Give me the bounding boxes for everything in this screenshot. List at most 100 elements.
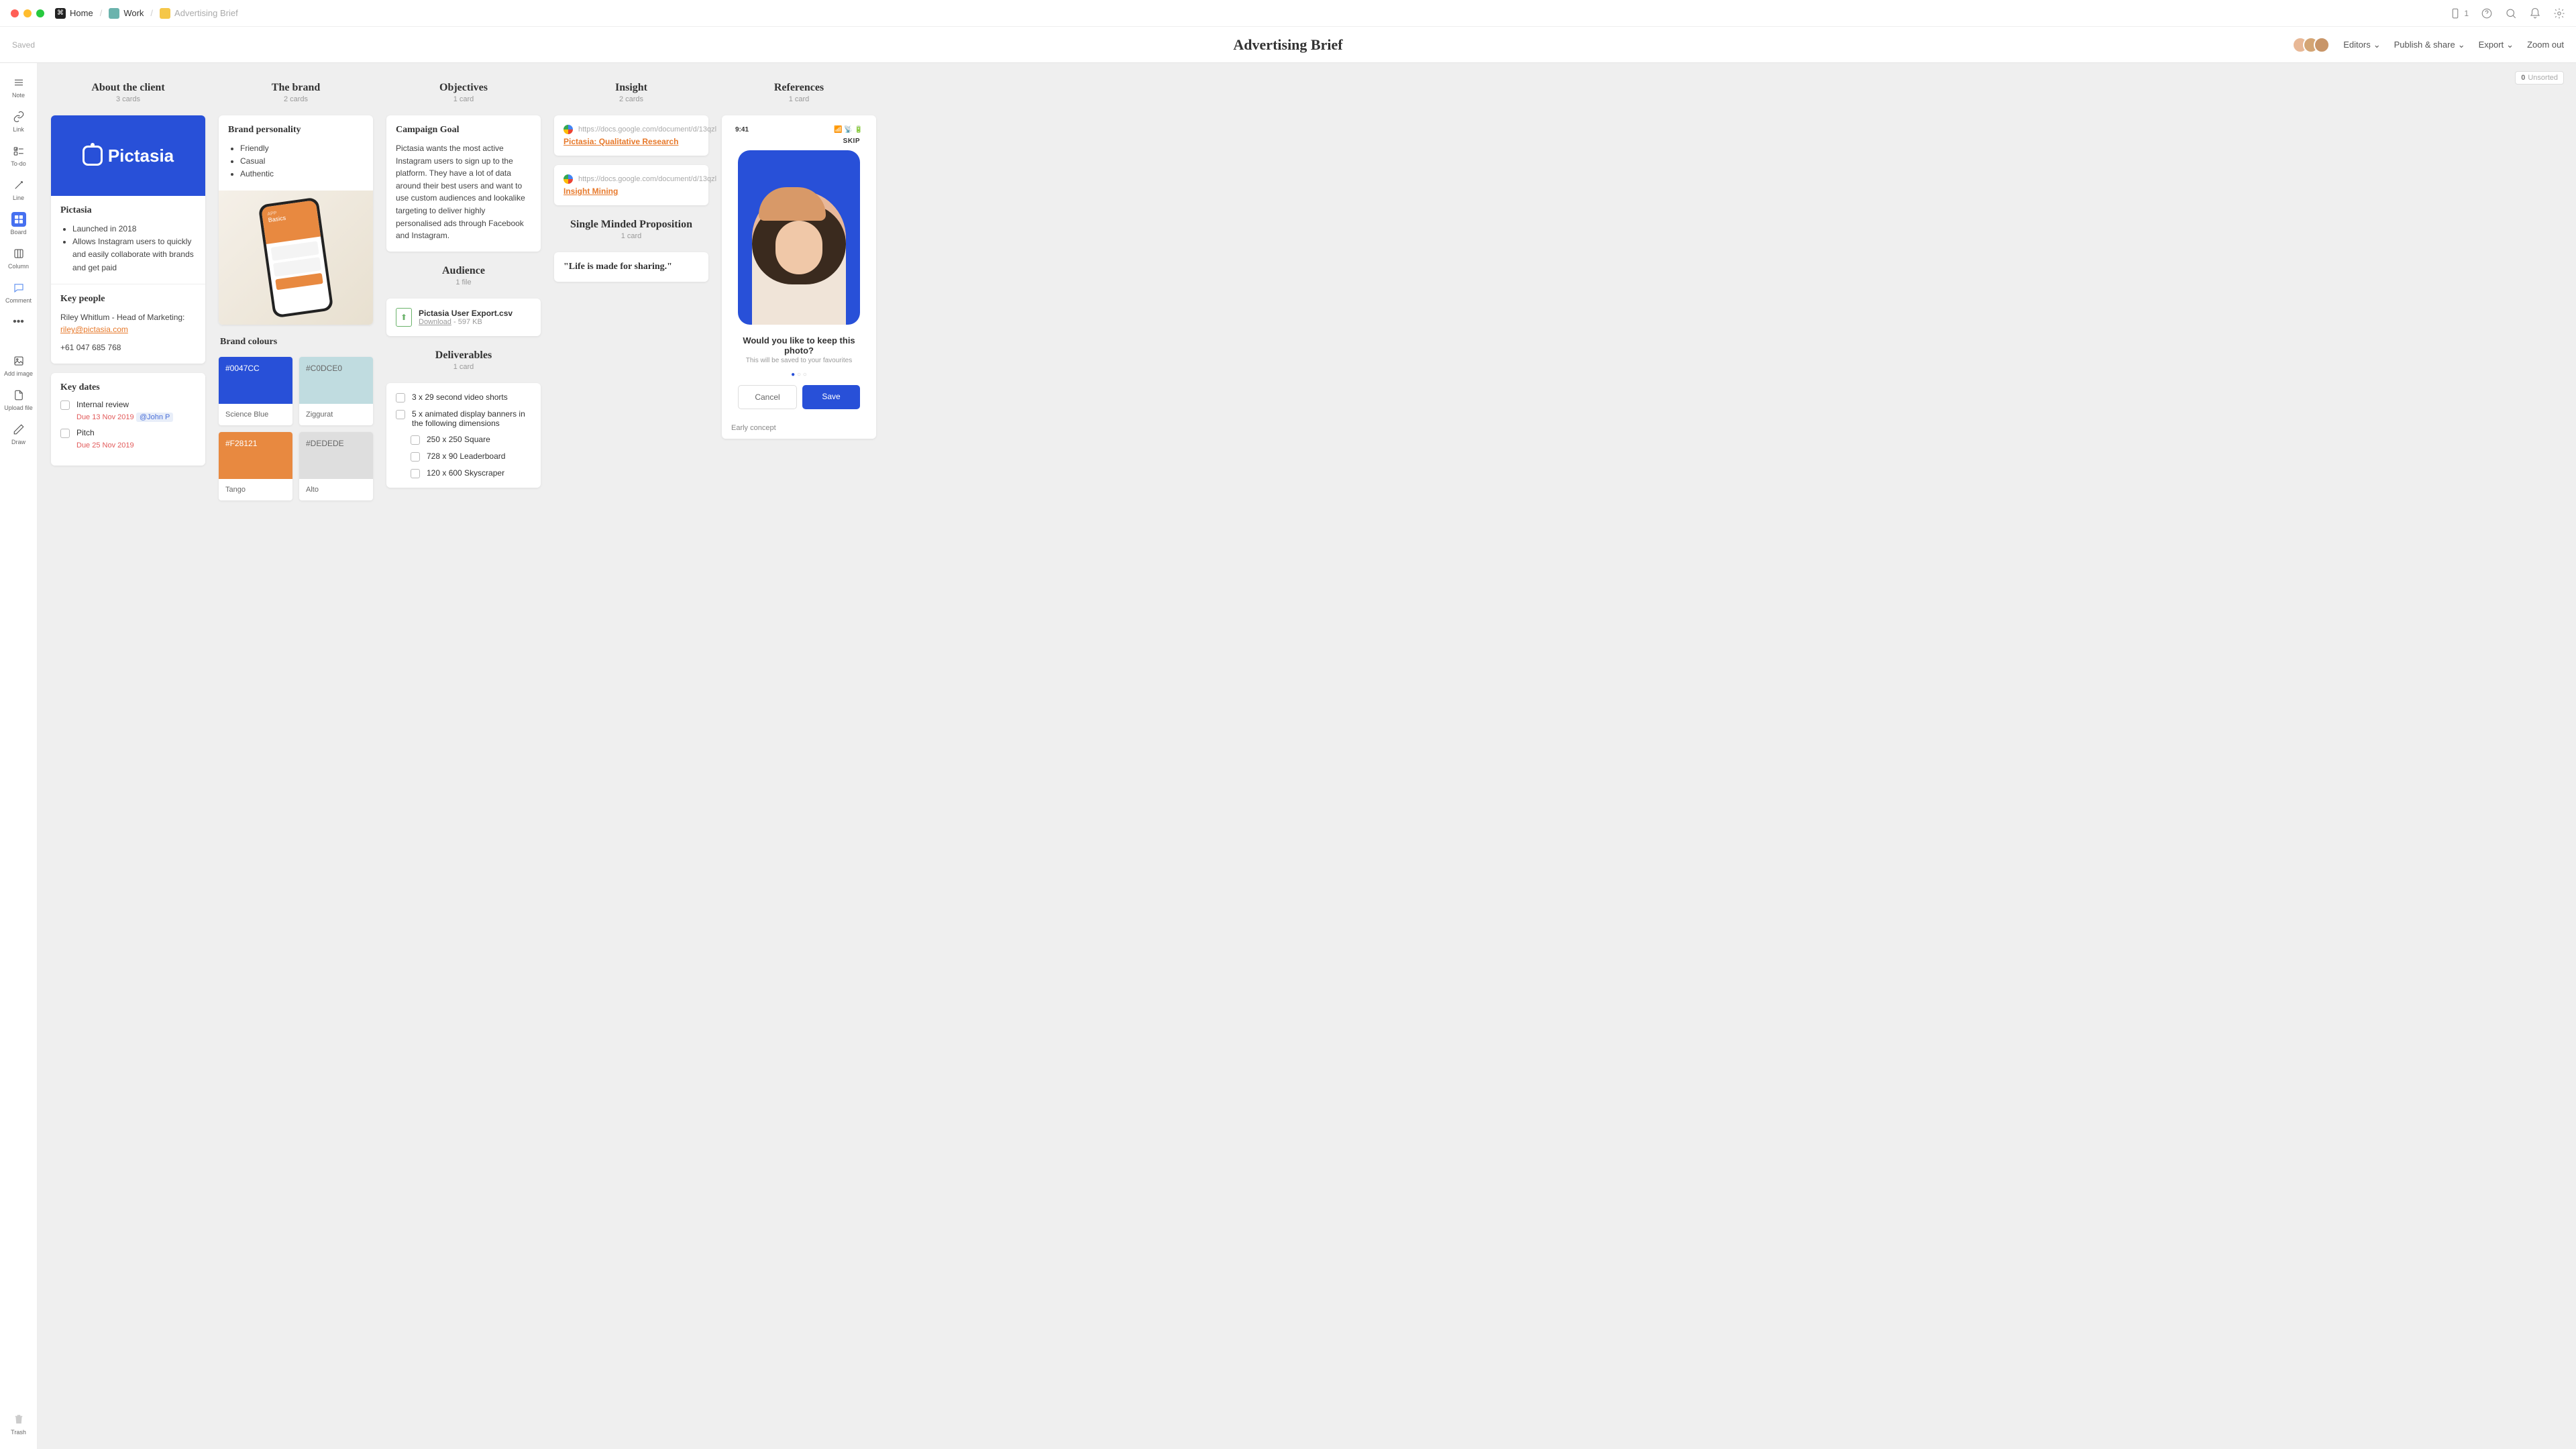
list-item: Authentic: [240, 168, 364, 180]
card-reference-mockup[interactable]: 9:41📶 📡 🔋 SKIP Would you like to keep th…: [722, 115, 876, 439]
tool-todo[interactable]: To-do: [0, 140, 37, 171]
tool-line[interactable]: Line: [0, 174, 37, 205]
column-title: Single Minded Proposition: [554, 219, 708, 231]
csv-icon: ⬆: [396, 308, 412, 327]
doc-title-link[interactable]: Insight Mining: [564, 186, 699, 196]
checkbox[interactable]: [60, 429, 70, 438]
device-badge[interactable]: 1: [2449, 7, 2469, 19]
card-proposition[interactable]: "Life is made for sharing.": [554, 252, 708, 282]
card-audience-file[interactable]: ⬆Pictasia User Export.csvDownload - 597 …: [386, 299, 541, 336]
tool-more[interactable]: •••: [0, 311, 37, 333]
tool-draw[interactable]: Draw: [0, 418, 37, 449]
column-title: Deliverables: [386, 350, 541, 362]
column-count: 1 file: [386, 278, 541, 286]
publish-dropdown[interactable]: Publish & share ⌄: [2394, 40, 2465, 50]
crumb-doc[interactable]: Advertising Brief: [160, 8, 238, 19]
save-status: Saved: [12, 40, 35, 50]
card-doc-link[interactable]: https://docs.google.com/document/d/13qzl…: [554, 115, 708, 156]
close-icon[interactable]: [11, 9, 19, 17]
color-swatch[interactable]: #DEDEDEAlto: [299, 432, 373, 500]
card-logo[interactable]: Pictasia Pictasia Launched in 2018Allows…: [51, 115, 205, 364]
column-references[interactable]: References1 card 9:41📶 📡 🔋 SKIP Would yo…: [722, 78, 876, 439]
doc-title-link[interactable]: Pictasia: Qualitative Research: [564, 137, 699, 146]
separator: /: [100, 8, 103, 18]
crumb-work[interactable]: Work: [109, 8, 144, 19]
board-canvas[interactable]: 0Unsorted About the client3 cards Pictas…: [38, 63, 2576, 1449]
google-icon: [564, 174, 573, 184]
checkbox[interactable]: [396, 410, 405, 419]
avatar: [2314, 37, 2330, 53]
swatch-hex: #0047CC: [219, 357, 292, 404]
zoom-out-button[interactable]: Zoom out: [2527, 40, 2564, 50]
card-campaign-goal[interactable]: Campaign Goal Pictasia wants the most ac…: [386, 115, 541, 252]
column-count: 1 card: [386, 363, 541, 371]
card-key-dates[interactable]: Key dates Internal reviewDue 13 Nov 2019…: [51, 373, 205, 466]
mention[interactable]: @John P: [136, 413, 173, 422]
mockup-prompt: Would you like to keep this photo?: [729, 330, 869, 357]
google-icon: [564, 125, 573, 134]
column-insight[interactable]: Insight2 cards https://docs.google.com/d…: [554, 78, 708, 282]
phone-number: +61 047 685 768: [60, 341, 196, 354]
column-brand[interactable]: The brand2 cards Brand personality Frien…: [219, 78, 373, 500]
tool-trash[interactable]: Trash: [0, 1408, 37, 1440]
column-count: 1 card: [722, 95, 876, 103]
tool-board[interactable]: Board: [0, 208, 37, 239]
checkbox[interactable]: [411, 452, 420, 462]
color-swatch[interactable]: #C0DCE0Ziggurat: [299, 357, 373, 425]
page-title[interactable]: Advertising Brief: [1233, 36, 1342, 54]
checkbox[interactable]: [396, 393, 405, 402]
window-controls: [11, 9, 44, 17]
card-deliverables[interactable]: 3 x 29 second video shorts 5 x animated …: [386, 383, 541, 488]
tool-column[interactable]: Column: [0, 242, 37, 274]
tool-link[interactable]: Link: [0, 105, 37, 137]
color-swatch[interactable]: #0047CCScience Blue: [219, 357, 292, 425]
bell-icon[interactable]: [2529, 7, 2541, 19]
column-objectives[interactable]: Objectives1 card Campaign Goal Pictasia …: [386, 78, 541, 488]
checkbox[interactable]: [411, 469, 420, 478]
save-button: Save: [802, 385, 860, 409]
column-icon: [11, 246, 26, 261]
column-about-client[interactable]: About the client3 cards Pictasia Pictasi…: [51, 78, 205, 466]
maximize-icon[interactable]: [36, 9, 44, 17]
comment-icon: [11, 280, 26, 295]
color-swatch[interactable]: #F28121Tango: [219, 432, 292, 500]
editors-dropdown[interactable]: Editors ⌄: [2343, 40, 2380, 50]
image-icon: [11, 354, 26, 368]
list-item: Friendly: [240, 142, 364, 155]
logo-icon: [83, 146, 103, 166]
tool-upload[interactable]: Upload file: [0, 384, 37, 415]
gear-icon[interactable]: [2553, 7, 2565, 19]
card-doc-link[interactable]: https://docs.google.com/document/d/13qzl…: [554, 165, 708, 205]
unsorted-badge[interactable]: 0Unsorted: [2515, 71, 2564, 85]
export-dropdown[interactable]: Export ⌄: [2479, 40, 2514, 50]
list-item: Allows Instagram users to quickly and ea…: [72, 235, 196, 274]
minimize-icon[interactable]: [23, 9, 32, 17]
tool-comment[interactable]: Comment: [0, 276, 37, 308]
mockup-photo: [738, 150, 860, 325]
skip-button: SKIP: [729, 138, 869, 145]
doc-url: https://docs.google.com/document/d/13qzl: [578, 125, 716, 133]
email-link[interactable]: riley@pictasia.com: [60, 325, 128, 334]
card-brand-personality[interactable]: Brand personality FriendlyCasualAuthenti…: [219, 115, 373, 325]
trash-icon: [11, 1412, 26, 1427]
column-count: 2 cards: [554, 95, 708, 103]
tool-note[interactable]: Note: [0, 71, 37, 103]
column-count: 3 cards: [51, 95, 205, 103]
board-icon: [11, 212, 26, 227]
todo-icon: [11, 144, 26, 158]
download-link[interactable]: Download: [419, 318, 451, 326]
help-icon[interactable]: [2481, 7, 2493, 19]
checkbox[interactable]: [411, 435, 420, 445]
cancel-button: Cancel: [738, 385, 797, 409]
more-icon: •••: [11, 315, 26, 329]
todo-label: Internal review: [76, 400, 196, 409]
card-body: Pictasia wants the most active Instagram…: [396, 142, 531, 242]
column-title: Audience: [386, 265, 541, 277]
search-icon[interactable]: [2505, 7, 2517, 19]
brand-image: APPBasics: [219, 191, 373, 325]
collaborator-avatars[interactable]: [2298, 37, 2330, 53]
crumb-home[interactable]: ⌘Home: [55, 8, 93, 19]
card-heading: Campaign Goal: [396, 125, 531, 136]
checkbox[interactable]: [60, 400, 70, 410]
tool-add-image[interactable]: Add image: [0, 350, 37, 381]
